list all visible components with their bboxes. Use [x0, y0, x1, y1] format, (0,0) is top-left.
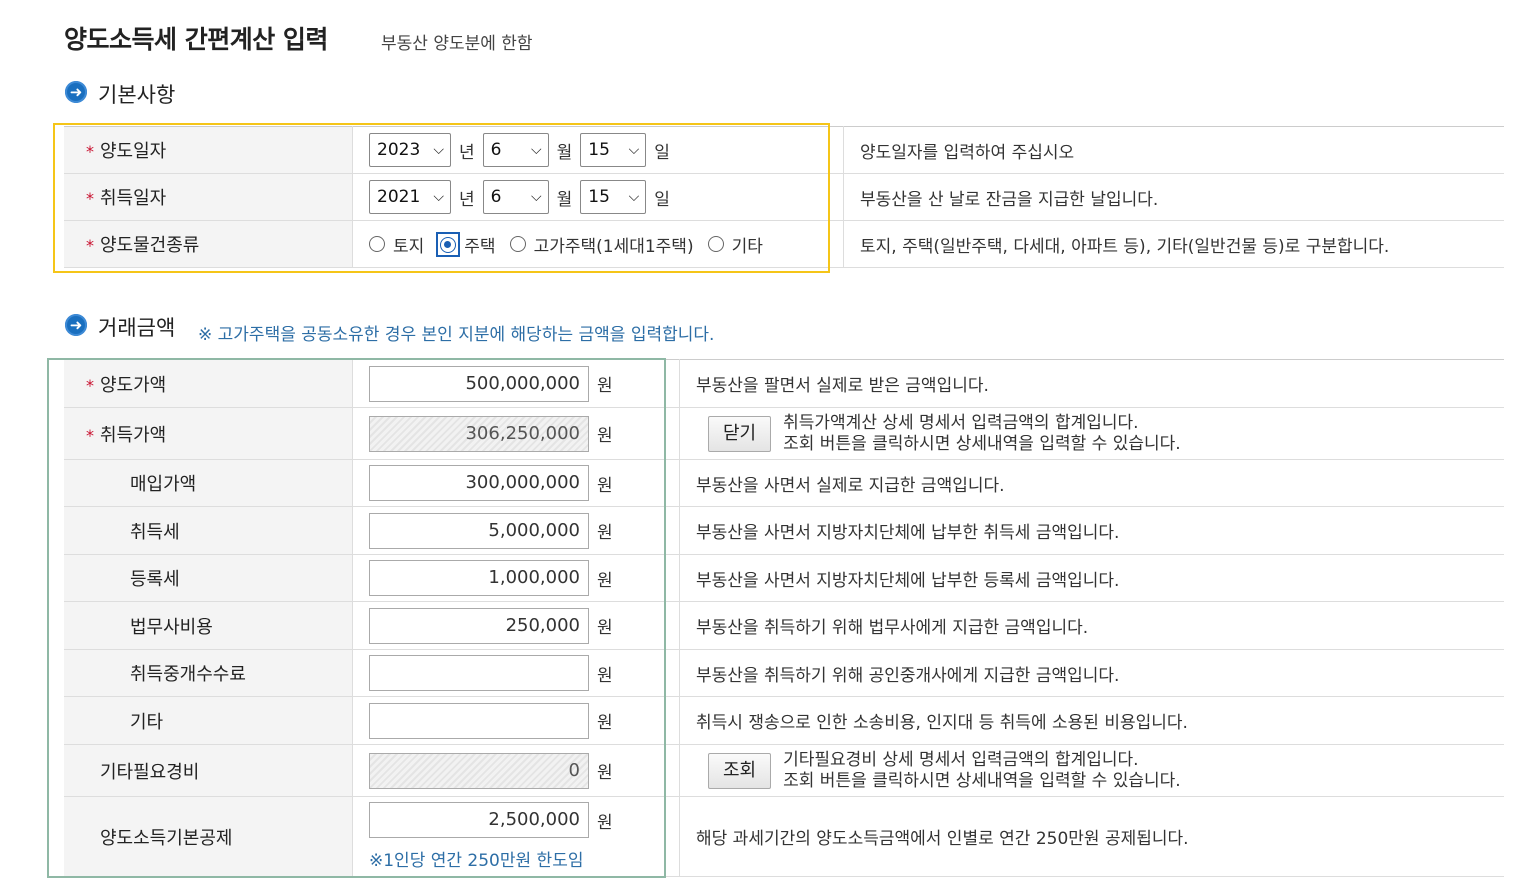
- registration-tax-desc: 부동산을 사면서 지방자치단체에 납부한 등록세 금액입니다.: [679, 554, 1504, 602]
- section-title-amount: 거래금액: [98, 316, 176, 340]
- acquire-price-desc: 취득가액계산 상세 명세서 입력금액의 합계입니다. 조회 버튼을 클릭하시면 상…: [783, 413, 1181, 455]
- purchase-price-desc: 부동산을 사면서 실제로 지급한 금액입니다.: [679, 459, 1504, 507]
- page-title: 양도소득세 간편계산 입력: [64, 25, 328, 54]
- acquire-price-desc-line2: 조회 버튼을 클릭하시면 상세내역을 입력할 수 있습니다.: [783, 433, 1181, 454]
- acquire-price-desc-cell: 닫기 취득가액계산 상세 명세서 입력금액의 합계입니다. 조회 버튼을 클릭하시면…: [679, 407, 1504, 460]
- broker-fee-desc: 부동산을 취득하기 위해 공인중개사에게 지급한 금액입니다.: [679, 649, 1504, 697]
- page-subtitle: 부동산 양도분에 한함: [381, 34, 533, 54]
- legal-fee-desc: 부동산을 취득하기 위해 법무사에게 지급한 금액입니다.: [679, 601, 1504, 650]
- other-expense-desc-line2: 조회 버튼을 클릭하시면 상세내역을 입력할 수 있습니다.: [783, 770, 1181, 791]
- other-expense-desc: 기타필요경비 상세 명세서 입력금액의 합계입니다. 조회 버튼을 클릭하시면 상…: [783, 750, 1181, 792]
- section-title-basic: 기본사항: [98, 83, 176, 107]
- other-desc: 취득시 쟁송으로 인한 소송비용, 인지대 등 취득에 소용된 비용입니다.: [679, 696, 1504, 745]
- highlight-frame-amount: [47, 358, 666, 878]
- transfer-date-desc: 양도일자를 입력하여 주십시오: [843, 126, 1504, 174]
- arrow-circle-icon: ➜: [65, 81, 87, 103]
- arrow-circle-icon: ➜: [65, 314, 87, 336]
- close-button[interactable]: 닫기: [708, 415, 772, 452]
- other-expense-desc-line1: 기타필요경비 상세 명세서 입력금액의 합계입니다.: [783, 749, 1139, 770]
- lookup-button[interactable]: 조회: [708, 752, 772, 789]
- transfer-price-desc: 부동산을 팔면서 실제로 받은 금액입니다.: [679, 359, 1504, 408]
- other-expense-desc-cell: 조회 기타필요경비 상세 명세서 입력금액의 합계입니다. 조회 버튼을 클릭하시면…: [679, 744, 1504, 797]
- acquire-price-desc-line1: 취득가액계산 상세 명세서 입력금액의 합계입니다.: [783, 412, 1139, 433]
- acquire-date-desc: 부동산을 산 날로 잔금을 지급한 날입니다.: [843, 173, 1504, 221]
- amount-note: ※ 고가주택을 공동소유한 경우 본인 지분에 해당하는 금액을 입력합니다.: [198, 325, 715, 345]
- highlight-frame-basic: [53, 123, 830, 273]
- property-type-desc: 토지, 주택(일반주택, 다세대, 아파트 등), 기타(일반건물 등)로 구분…: [843, 220, 1504, 268]
- acquisition-tax-desc: 부동산을 사면서 지방자치단체에 납부한 취득세 금액입니다.: [679, 506, 1504, 555]
- basic-deduction-desc: 해당 과세기간의 양도소득금액에서 인별로 연간 250만원 공제됩니다.: [679, 796, 1504, 877]
